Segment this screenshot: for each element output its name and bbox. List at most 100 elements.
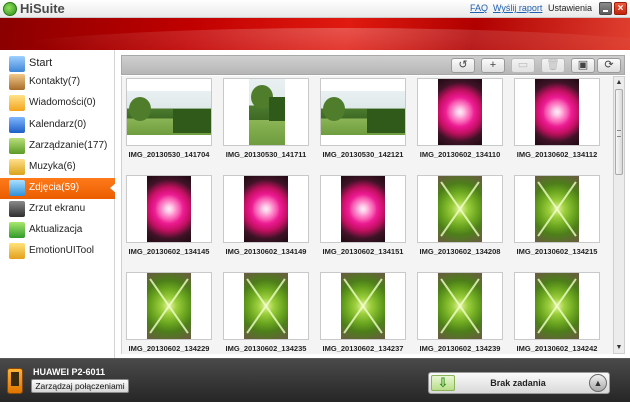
messages-icon	[9, 95, 25, 111]
sidebar-item-emotionuitool[interactable]: EmotionUITool	[0, 241, 115, 262]
sidebar-item-label: Kontakty(7)	[29, 76, 81, 87]
settings-link[interactable]: Ustawienia	[548, 3, 592, 13]
scroll-down-arrow-icon[interactable]: ▼	[614, 342, 624, 353]
leaf-photo	[535, 273, 579, 339]
sidebar-item-zrzut-ekranu[interactable]: Zrzut ekranu	[0, 199, 115, 220]
photo-thumbnail[interactable]	[126, 175, 212, 243]
photos-toolbar: ↺ + ▭ 🗑 ▣ ⟳	[121, 55, 625, 75]
photo-tile[interactable]: IMG_20130602_134215	[513, 175, 601, 262]
photo-name: IMG_20130602_134151	[322, 247, 404, 256]
photo-tile[interactable]: IMG_20130602_134235	[222, 272, 310, 354]
photo-thumbnail[interactable]	[417, 272, 503, 340]
leaf-photo	[147, 273, 191, 339]
calendar-icon	[9, 117, 25, 133]
sidebar-item-kalendarz[interactable]: Kalendarz(0)	[0, 115, 115, 136]
photo-thumbnail[interactable]	[320, 272, 406, 340]
garden-photo	[127, 91, 211, 135]
export-icon: ▭	[517, 59, 529, 71]
photo-tile[interactable]: IMG_20130530_142121	[319, 78, 407, 165]
delete-button: 🗑	[541, 58, 565, 73]
wallpaper-button[interactable]: ▣	[571, 58, 595, 73]
sidebar-item-label: Wiadomości(0)	[29, 97, 96, 108]
sidebar-item-aktualizacja[interactable]: Aktualizacja	[0, 220, 115, 241]
delete-icon: 🗑	[546, 59, 560, 71]
task-status: Brak zadania	[490, 378, 546, 388]
contacts-icon	[9, 74, 25, 90]
photo-thumbnail[interactable]	[223, 78, 309, 146]
photo-thumbnail[interactable]	[514, 175, 600, 243]
flower-photo	[147, 176, 191, 242]
add-icon: +	[489, 59, 497, 71]
undo-button[interactable]: ↺	[451, 58, 475, 73]
photo-tile[interactable]: IMG_20130602_134110	[416, 78, 504, 165]
photo-thumbnail[interactable]	[417, 175, 503, 243]
photo-tile[interactable]: IMG_20130602_134239	[416, 272, 504, 354]
sidebar-item-label: Zrzut ekranu	[29, 203, 86, 214]
photo-name: IMG_20130602_134242	[516, 344, 598, 353]
faq-link[interactable]: FAQ	[470, 3, 488, 13]
sidebar-item-label: Zdjęcia(59)	[29, 182, 80, 193]
sidebar-item-label: Kalendarz(0)	[29, 119, 87, 130]
send-report-link[interactable]: Wyślij raport	[493, 3, 542, 13]
photo-tile[interactable]: IMG_20130602_134145	[125, 175, 213, 262]
flower-photo	[438, 79, 482, 145]
leaf-photo	[341, 273, 385, 339]
photo-thumbnail[interactable]	[514, 78, 600, 146]
refresh-icon: ⟳	[604, 59, 614, 71]
photo-thumbnail[interactable]	[417, 78, 503, 146]
photo-thumbnail[interactable]	[223, 272, 309, 340]
scroll-thumb[interactable]	[615, 89, 623, 175]
photo-tile[interactable]: IMG_20130602_134151	[319, 175, 407, 262]
sidebar-item-zdjęcia[interactable]: Zdjęcia(59)	[0, 178, 116, 199]
manage-connections-button[interactable]: Zarządzaj połączeniami	[31, 379, 129, 393]
close-button[interactable]: ×	[614, 2, 627, 15]
photo-grid: IMG_20130530_141704 IMG_20130530_141711 IM…	[121, 76, 613, 354]
photo-tile[interactable]: IMG_20130602_134242	[513, 272, 601, 354]
refresh-button[interactable]: ⟳	[597, 58, 621, 73]
expand-tasks-button[interactable]: ▲	[589, 374, 607, 392]
photo-grid-scrollbar[interactable]: ▲ ▼	[613, 76, 625, 354]
phone-icon	[7, 368, 23, 394]
update-icon	[9, 222, 25, 238]
scroll-up-arrow-icon[interactable]: ▲	[614, 77, 624, 88]
sidebar-item-muzyka[interactable]: Muzyka(6)	[0, 157, 115, 178]
photo-tile[interactable]: IMG_20130602_134149	[222, 175, 310, 262]
app-title: HiSuite	[20, 1, 65, 16]
photo-tile[interactable]: IMG_20130602_134229	[125, 272, 213, 354]
garden-photo	[321, 91, 405, 135]
photo-tile[interactable]: IMG_20130602_134237	[319, 272, 407, 354]
photo-name: IMG_20130602_134145	[128, 247, 210, 256]
photo-thumbnail[interactable]	[126, 78, 212, 146]
photo-name: IMG_20130602_134149	[225, 247, 307, 256]
photo-name: IMG_20130602_134235	[225, 344, 307, 353]
photo-tile[interactable]: IMG_20130530_141704	[125, 78, 213, 165]
photo-name: IMG_20130530_142121	[322, 150, 404, 159]
photo-thumbnail[interactable]	[514, 272, 600, 340]
photos-icon	[9, 180, 25, 196]
undo-icon: ↺	[458, 59, 468, 71]
photo-name: IMG_20130602_134215	[516, 247, 598, 256]
hisuite-logo-icon	[3, 2, 17, 16]
photo-name: IMG_20130602_134112	[516, 150, 598, 159]
emotion-ui-icon	[9, 243, 25, 259]
photo-name: IMG_20130602_134110	[419, 150, 501, 159]
photo-tile[interactable]: IMG_20130602_134208	[416, 175, 504, 262]
photo-thumbnail[interactable]	[320, 175, 406, 243]
download-arrow-icon: ⇩	[431, 375, 455, 391]
add-button[interactable]: +	[481, 58, 505, 73]
sidebar-item-wiadomości[interactable]: Wiadomości(0)	[0, 93, 115, 114]
leaf-photo	[438, 273, 482, 339]
photo-tile[interactable]: IMG_20130530_141711	[222, 78, 310, 165]
photo-thumbnail[interactable]	[223, 175, 309, 243]
minimize-button[interactable]	[599, 2, 612, 15]
photo-name: IMG_20130530_141711	[225, 150, 307, 159]
device-name: HUAWEI P2-6011	[33, 367, 106, 377]
sidebar-item-label: Zarządzanie(177)	[29, 140, 108, 151]
photo-thumbnail[interactable]	[320, 78, 406, 146]
photo-tile[interactable]: IMG_20130602_134112	[513, 78, 601, 165]
sidebar-item-zarządzanie[interactable]: Zarządzanie(177)	[0, 136, 115, 157]
photo-thumbnail[interactable]	[126, 272, 212, 340]
sidebar-item-kontakty[interactable]: Kontakty(7)	[0, 72, 115, 93]
camera-icon	[9, 201, 25, 217]
garden-photo	[249, 79, 285, 145]
